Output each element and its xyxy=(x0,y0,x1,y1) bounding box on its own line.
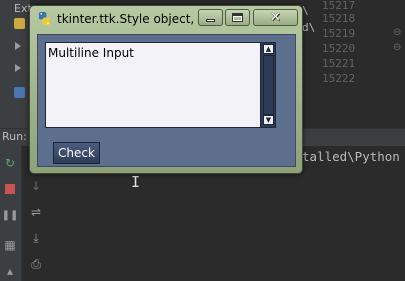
line-number: 15218 xyxy=(322,12,356,25)
scroll-down-icon[interactable]: ↓ xyxy=(29,179,43,193)
python-file-icon xyxy=(14,18,25,29)
line-number: 15221 xyxy=(322,57,356,70)
tk-window: tkinter.ttk.Style object, i... ✕ Multili… xyxy=(29,5,303,174)
console-line: talled\Python xyxy=(302,149,400,164)
expand-arrow-icon[interactable] xyxy=(15,42,21,50)
stop-icon[interactable] xyxy=(3,182,17,196)
editor-fragment: d\ xyxy=(302,21,316,34)
line-number: 15217 xyxy=(322,0,356,12)
soft-wrap-icon[interactable]: ⇌ xyxy=(29,205,43,219)
python-icon xyxy=(38,11,51,26)
maximize-button[interactable] xyxy=(225,9,250,26)
scroll-down-icon: ▼ xyxy=(265,115,272,124)
run-tab-label[interactable]: Run: xyxy=(2,130,27,143)
minimize-button[interactable] xyxy=(198,9,223,26)
line-number: 15222 xyxy=(322,72,356,85)
pause-icon[interactable]: ❚❚ xyxy=(2,208,19,222)
window-titlebar[interactable]: tkinter.ttk.Style object, i... ✕ xyxy=(30,6,302,30)
scroll-up-button[interactable]: ▲ xyxy=(263,44,274,54)
pin-icon[interactable]: ▴ xyxy=(3,264,17,278)
line-number: 15219 xyxy=(322,27,356,40)
window-title: tkinter.ttk.Style object, i... xyxy=(57,12,213,26)
scrollbar-thumb[interactable] xyxy=(263,55,274,115)
minimize-icon xyxy=(206,19,215,22)
expand-arrow-icon[interactable] xyxy=(15,64,21,72)
scroll-to-end-icon[interactable]: ⤓ xyxy=(29,231,43,245)
run-toolbar: ↻ ❚❚ ▦ ▴ xyxy=(0,146,22,281)
line-number: 15220 xyxy=(322,42,356,55)
print-icon[interactable]: ⎙ xyxy=(29,257,43,271)
module-icon xyxy=(14,87,25,98)
rerun-icon[interactable]: ↻ xyxy=(3,156,17,170)
scroll-down-button[interactable]: ▼ xyxy=(263,115,274,125)
maximize-icon xyxy=(232,13,243,22)
vertical-scrollbar[interactable]: ▲ ▼ xyxy=(260,43,275,127)
layout-icon[interactable]: ▦ xyxy=(3,238,17,252)
scroll-up-icon: ▲ xyxy=(265,44,272,53)
close-icon: ✕ xyxy=(270,10,281,25)
text-input-value: Multiline Input xyxy=(48,46,134,60)
multiline-text-input[interactable]: Multiline Input ▲ ▼ xyxy=(45,42,276,128)
fold-marker-icon[interactable]: ⊖ xyxy=(393,42,401,54)
close-button[interactable]: ✕ xyxy=(253,9,298,26)
fold-marker-icon[interactable]: ⊖ xyxy=(393,27,401,39)
text-cursor-icon: I xyxy=(131,173,141,191)
check-button[interactable]: Check xyxy=(53,142,100,164)
